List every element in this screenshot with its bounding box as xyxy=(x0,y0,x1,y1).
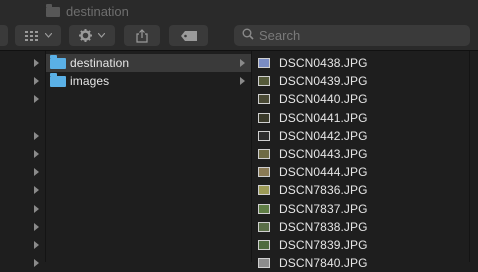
file-item-label: DSCN0439.JPG xyxy=(279,74,368,89)
file-item-label: DSCN7839.JPG xyxy=(279,238,368,252)
file-column[interactable]: DSCN0438.JPG DSCN0439.JPG DSCN0440.JPG DSCN… xyxy=(252,51,478,270)
file-item[interactable]: DSCN0438.JPG xyxy=(252,54,469,72)
image-thumbnail-icon xyxy=(258,94,270,105)
image-thumbnail-icon xyxy=(258,185,270,196)
folder-column[interactable]: destination images xyxy=(46,51,252,262)
image-thumbnail-icon xyxy=(258,149,270,159)
file-item[interactable]: DSCN7838.JPG xyxy=(252,218,469,236)
chevron-right-icon[interactable] xyxy=(34,59,39,67)
list-item-label: destination xyxy=(70,56,130,70)
file-item-label: DSCN0441.JPG xyxy=(279,110,368,125)
list-item-destination[interactable]: destination xyxy=(46,54,251,72)
chevron-right-icon[interactable] xyxy=(34,150,39,158)
image-thumbnail-icon xyxy=(258,203,270,214)
view-options-button[interactable] xyxy=(15,25,61,46)
chevron-right-icon[interactable] xyxy=(34,241,39,249)
image-thumbnail-icon xyxy=(258,112,270,123)
image-thumbnail-icon xyxy=(258,240,270,250)
image-thumbnail-icon xyxy=(258,167,270,178)
share-button[interactable] xyxy=(124,25,160,46)
file-item-label: DSCN0438.JPG xyxy=(279,56,368,70)
search-input[interactable] xyxy=(259,28,459,43)
list-item-label: images xyxy=(70,74,110,88)
image-thumbnail-icon xyxy=(258,130,270,141)
file-item-label: DSCN0440.JPG xyxy=(279,92,368,107)
chevron-right-icon xyxy=(240,77,245,85)
file-item-label: DSCN7836.JPG xyxy=(279,183,368,198)
file-item[interactable]: DSCN0443.JPG xyxy=(252,145,469,163)
file-item-label: DSCN0443.JPG xyxy=(279,147,368,161)
folder-icon xyxy=(50,54,66,69)
window-title: destination xyxy=(46,3,129,19)
file-item[interactable]: DSCN7836.JPG xyxy=(252,181,469,199)
chevron-right-icon[interactable] xyxy=(34,77,39,86)
file-item[interactable]: DSCN7837.JPG xyxy=(252,200,469,218)
title-bar: destination xyxy=(0,0,478,22)
window-title-text: destination xyxy=(66,3,129,19)
folder-icon xyxy=(50,72,66,87)
chevron-right-icon[interactable] xyxy=(34,259,39,268)
toolbar xyxy=(0,22,478,51)
folder-icon xyxy=(46,4,60,17)
list-item-images[interactable]: images xyxy=(46,72,251,90)
tag-button[interactable] xyxy=(169,25,208,46)
file-item[interactable]: DSCN0439.JPG xyxy=(252,72,469,90)
image-thumbnail-icon xyxy=(258,58,270,68)
chevron-right-icon[interactable] xyxy=(34,204,39,213)
chevron-down-icon xyxy=(98,33,105,38)
file-item[interactable]: DSCN0440.JPG xyxy=(252,90,469,108)
chevron-right-icon xyxy=(240,59,245,67)
file-item-label: DSCN0444.JPG xyxy=(279,165,368,180)
chevron-right-icon[interactable] xyxy=(34,131,39,140)
image-thumbnail-icon xyxy=(258,221,270,232)
file-item[interactable]: DSCN7840.JPG xyxy=(252,254,469,272)
grid-icon xyxy=(24,30,39,41)
file-item[interactable]: DSCN7839.JPG xyxy=(252,236,469,254)
tag-icon xyxy=(180,30,197,41)
parent-column[interactable] xyxy=(0,51,46,268)
chevron-right-icon[interactable] xyxy=(34,222,39,231)
image-thumbnail-icon xyxy=(258,258,270,269)
file-item-label: DSCN7838.JPG xyxy=(279,219,368,234)
file-item-label: DSCN7837.JPG xyxy=(279,201,368,216)
chevron-right-icon[interactable] xyxy=(34,186,39,195)
nav-button[interactable] xyxy=(0,25,8,46)
search-icon xyxy=(242,27,254,45)
image-thumbnail-icon xyxy=(258,76,270,87)
column-divider xyxy=(469,51,470,262)
share-icon xyxy=(136,28,148,43)
file-item[interactable]: DSCN0441.JPG xyxy=(252,109,469,127)
search-field[interactable] xyxy=(234,25,470,46)
chevron-right-icon[interactable] xyxy=(34,168,39,177)
action-button[interactable] xyxy=(69,25,115,46)
file-item-label: DSCN7840.JPG xyxy=(279,256,368,271)
gear-icon xyxy=(79,29,92,42)
chevron-right-icon[interactable] xyxy=(34,95,39,104)
file-item[interactable]: DSCN0442.JPG xyxy=(252,127,469,145)
file-item-label: DSCN0442.JPG xyxy=(279,128,368,143)
file-item[interactable]: DSCN0444.JPG xyxy=(252,163,469,181)
chevron-down-icon xyxy=(44,33,52,38)
